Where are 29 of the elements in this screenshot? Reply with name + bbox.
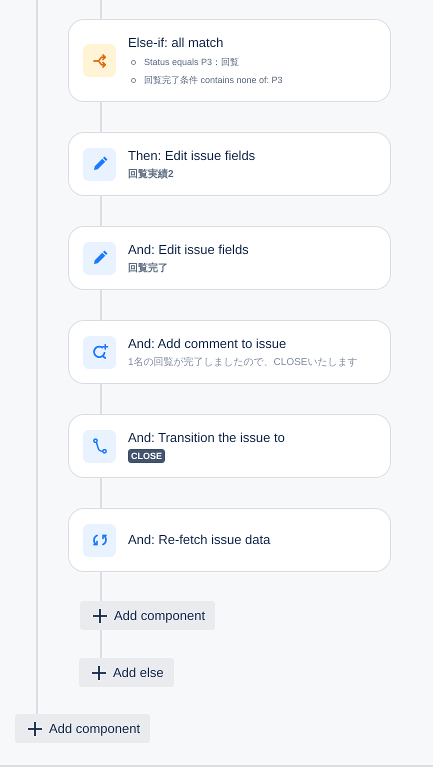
field-name: 回覧実績2 (128, 167, 175, 182)
comment-icon (90, 343, 108, 361)
plus-icon (91, 664, 107, 680)
condition-text: Status equals P3：回覧 (144, 56, 240, 69)
plus-icon (92, 608, 108, 624)
step-card[interactable]: Then: Edit issue fields 回覧実績2 (68, 132, 391, 196)
step-card[interactable]: Else-if: all match Status equals P3：回覧 回覧完了条件 contains none of: P3 (68, 19, 391, 102)
step-title: And: Add comment to issue (128, 334, 288, 352)
step-title: Then: Edit issue fields (128, 146, 256, 164)
step-title: And: Re-fetch issue data (128, 531, 270, 549)
step-card[interactable]: And: Add comment to issue 1名の回覧が完了しましたので、CLOSEいたします (68, 320, 391, 384)
step-card[interactable]: And: Transition the issue to CLOSE (68, 414, 391, 478)
step-title: And: Transition the issue to (128, 429, 285, 447)
path-icon (90, 437, 108, 455)
branch-icon (90, 52, 108, 70)
status-lozenge: CLOSE (128, 449, 166, 463)
plus-icon (27, 720, 43, 736)
field-name: 回覧完了 (128, 261, 169, 276)
condition-text: 回覧完了条件 contains none of: P3 (144, 74, 283, 86)
bullet-icon (131, 78, 136, 83)
step-card[interactable]: And: Re-fetch issue data (68, 508, 391, 572)
add-component-button[interactable]: Add component (15, 714, 150, 743)
add-component-button[interactable]: Add component (80, 601, 216, 630)
bullet-icon (131, 60, 136, 66)
step-card[interactable]: And: Edit issue fields 回覧完了 (68, 226, 391, 290)
step-title: And: Edit issue fields (128, 240, 249, 258)
comment-text: 1名の回覧が完了しましたので、CLOSEいたします (128, 356, 358, 370)
add-else-button[interactable]: Add else (79, 658, 174, 687)
step-title: Else-if: all match (128, 34, 224, 52)
